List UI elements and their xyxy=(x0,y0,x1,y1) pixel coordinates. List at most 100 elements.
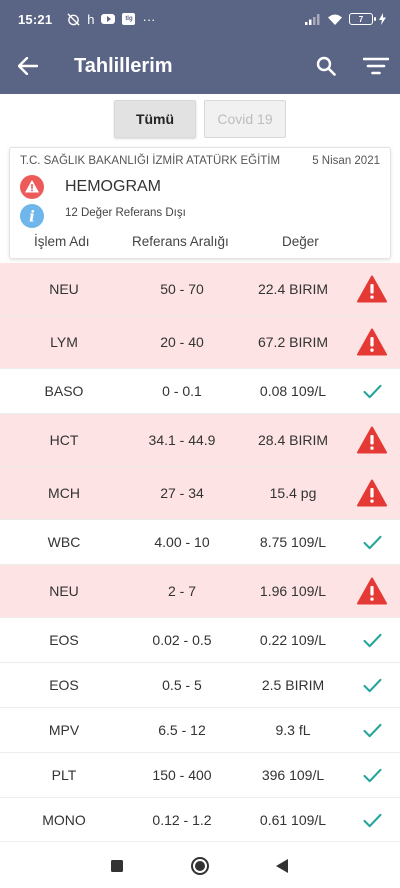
result-reference-range: 0.02 - 0.5 xyxy=(152,632,212,648)
result-name: WBC xyxy=(47,534,81,550)
search-icon xyxy=(316,56,336,76)
result-row[interactable]: WBC 4.00 - 10 8.75 109/L xyxy=(0,520,400,565)
result-reference-range: 4.00 - 10 xyxy=(154,534,210,550)
result-reference-range: 0.5 - 5 xyxy=(162,677,202,693)
result-name: MPV xyxy=(48,722,80,738)
out-of-range-count: 12 Değer Referans Dışı xyxy=(65,207,186,219)
result-name: HCT xyxy=(49,432,79,448)
result-name: EOS xyxy=(49,632,79,648)
result-reference-range: 50 - 70 xyxy=(160,281,204,297)
result-row[interactable]: NEU 2 - 7 1.96 109/L xyxy=(0,565,400,618)
check-icon xyxy=(352,369,392,413)
check-icon xyxy=(352,708,392,752)
alarm-off-icon xyxy=(67,12,80,26)
result-row[interactable]: LYM 20 - 40 67.2 BIRIM xyxy=(0,316,400,369)
triangle-back-icon xyxy=(275,859,288,873)
result-value: 15.4 pg xyxy=(269,485,317,501)
recent-apps-button[interactable] xyxy=(105,854,129,878)
result-name: MCH xyxy=(48,485,80,501)
result-reference-range: 34.1 - 44.9 xyxy=(148,432,216,448)
app-bar: Tahlillerim xyxy=(0,38,400,94)
check-icon xyxy=(352,520,392,564)
system-nav-bar xyxy=(0,841,400,888)
result-value: 28.4 BIRIM xyxy=(257,432,329,448)
result-reference-range: 150 - 400 xyxy=(152,767,212,783)
more-notifications-icon: ··· xyxy=(142,11,156,27)
warning-triangle-icon xyxy=(352,467,392,519)
test-date: 5 Nisan 2021 xyxy=(312,155,380,167)
result-reference-range: 2 - 7 xyxy=(167,583,196,599)
result-value: 1.96 109/L xyxy=(259,583,327,599)
result-name: MONO xyxy=(42,812,86,828)
wifi-icon xyxy=(327,13,343,26)
warning-triangle-icon xyxy=(352,316,392,368)
result-value: 67.2 BIRIM xyxy=(257,334,329,350)
result-row[interactable]: PLT 150 - 400 396 109/L xyxy=(0,753,400,798)
warning-triangle-icon xyxy=(352,263,392,315)
result-name: PLT xyxy=(51,767,77,783)
results-list: NEU 50 - 70 22.4 BIRIM LYM 20 - 40 67.2 BIRIM… xyxy=(0,263,400,843)
back-nav-button[interactable] xyxy=(270,854,294,878)
result-reference-range: 6.5 - 12 xyxy=(158,722,206,738)
charging-icon xyxy=(379,13,386,25)
circle-icon xyxy=(191,857,209,875)
hospital-name: T.C. SAĞLIK BAKANLIĞI İZMİR ATATÜRK EĞİT… xyxy=(20,155,281,167)
result-row[interactable]: EOS 0.5 - 5 2.5 BIRIM xyxy=(0,663,400,708)
warning-icon xyxy=(20,175,44,199)
test-name: HEMOGRAM xyxy=(65,178,161,195)
check-icon xyxy=(352,618,392,662)
result-name: EOS xyxy=(49,677,79,693)
status-time: 15:21 xyxy=(18,11,53,27)
status-h-label: h xyxy=(87,11,95,27)
result-name: LYM xyxy=(50,334,78,350)
result-row[interactable]: HCT 34.1 - 44.9 28.4 BIRIM xyxy=(0,414,400,467)
result-row[interactable]: NEU 50 - 70 22.4 BIRIM xyxy=(0,263,400,316)
filter-icon xyxy=(363,57,389,75)
result-value: 0.22 109/L xyxy=(259,632,327,648)
warning-triangle-icon xyxy=(352,414,392,466)
info-icon: i xyxy=(20,204,44,228)
home-button[interactable] xyxy=(188,854,212,878)
result-row[interactable]: MCH 27 - 34 15.4 pg xyxy=(0,467,400,520)
check-icon xyxy=(352,798,392,842)
tab-all[interactable]: Tümü xyxy=(114,100,196,138)
header-range: Referans Aralığı xyxy=(132,234,229,249)
result-value: 22.4 BIRIM xyxy=(257,281,329,297)
result-value: 396 109/L xyxy=(261,767,325,783)
category-tabs: Tümü Covid 19 xyxy=(0,100,400,138)
check-icon xyxy=(352,663,392,707)
result-value: 9.3 fL xyxy=(275,722,311,738)
result-value: 8.75 109/L xyxy=(259,534,327,550)
square-icon xyxy=(111,860,123,872)
back-arrow-icon xyxy=(18,57,38,75)
result-value: 0.61 109/L xyxy=(259,812,327,828)
result-row[interactable]: MONO 0.12 - 1.2 0.61 109/L xyxy=(0,798,400,843)
tab-covid-19[interactable]: Covid 19 xyxy=(204,100,286,138)
result-name: BASO xyxy=(44,383,84,399)
battery-icon: 7 xyxy=(349,13,376,25)
search-button[interactable] xyxy=(306,46,346,86)
filter-button[interactable] xyxy=(354,46,398,86)
warning-triangle-icon xyxy=(352,565,392,617)
test-summary-card[interactable]: T.C. SAĞLIK BAKANLIĞI İZMİR ATATÜRK EĞİT… xyxy=(9,147,391,259)
check-icon xyxy=(352,753,392,797)
result-row[interactable]: BASO 0 - 0.1 0.08 109/L xyxy=(0,369,400,414)
result-row[interactable]: MPV 6.5 - 12 9.3 fL xyxy=(0,708,400,753)
header-value: Değer xyxy=(282,234,319,249)
result-row[interactable]: EOS 0.02 - 0.5 0.22 109/L xyxy=(0,618,400,663)
app-notification-icon: tlg xyxy=(122,13,136,25)
result-reference-range: 27 - 34 xyxy=(160,485,204,501)
status-bar: 15:21 h tlg ··· 7 xyxy=(0,0,400,38)
result-reference-range: 0.12 - 1.2 xyxy=(152,812,212,828)
result-value: 0.08 109/L xyxy=(259,383,327,399)
back-button[interactable] xyxy=(0,38,56,94)
page-title: Tahlillerim xyxy=(74,54,173,77)
youtube-icon xyxy=(101,14,116,24)
result-name: NEU xyxy=(49,281,79,297)
result-value: 2.5 BIRIM xyxy=(261,677,325,693)
header-name: İşlem Adı xyxy=(34,234,90,249)
result-name: NEU xyxy=(49,583,79,599)
result-reference-range: 20 - 40 xyxy=(160,334,204,350)
signal-icon xyxy=(305,13,321,25)
result-reference-range: 0 - 0.1 xyxy=(162,383,202,399)
